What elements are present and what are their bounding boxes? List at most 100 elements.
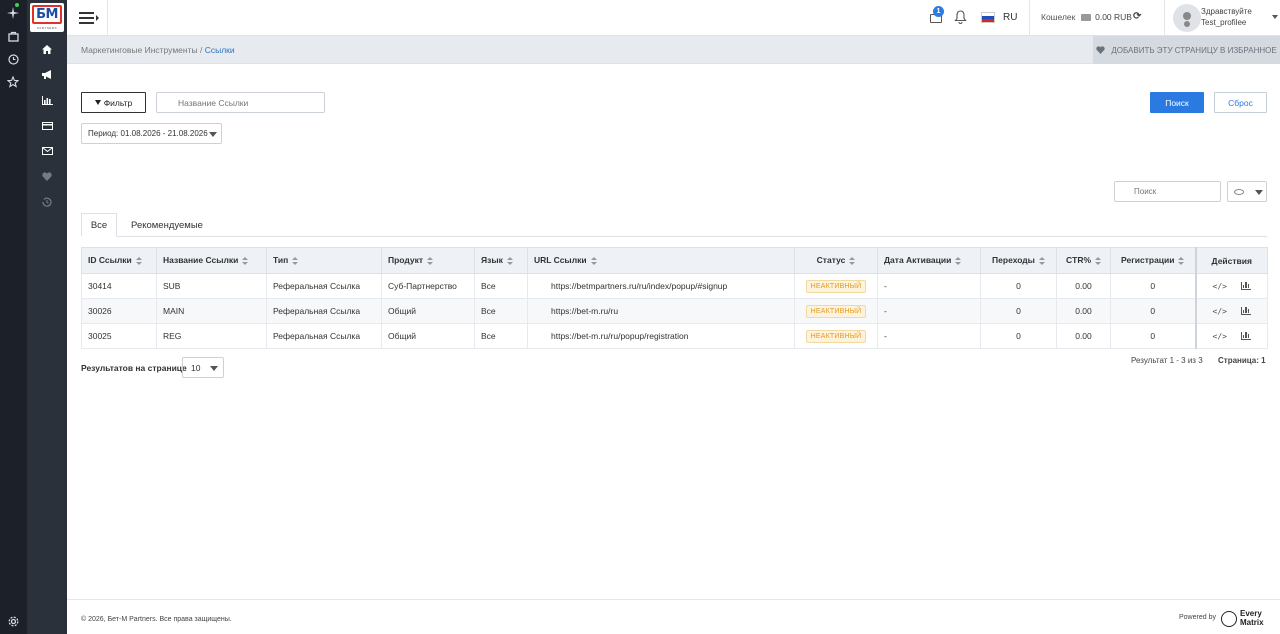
sort-icon[interactable] bbox=[292, 256, 299, 266]
notification-badge: 1 bbox=[933, 6, 944, 17]
history-icon[interactable] bbox=[37, 194, 57, 210]
logo[interactable]: БМ PARTNERS bbox=[30, 3, 64, 32]
col-header-status[interactable]: Статус bbox=[794, 247, 878, 274]
home-icon[interactable] bbox=[37, 41, 57, 57]
col-header-ctr[interactable]: CTR% bbox=[1056, 247, 1111, 274]
chevron-down-icon[interactable] bbox=[1272, 15, 1278, 19]
add-to-favorites-button[interactable]: ДОБАВИТЬ ЭТУ СТРАНИЦУ В ИЗБРАННОЕ bbox=[1093, 36, 1280, 64]
cell-id: 30414 bbox=[81, 273, 157, 299]
sort-icon[interactable] bbox=[1095, 256, 1102, 266]
page-number[interactable]: 1 bbox=[1261, 356, 1265, 365]
sort-icon[interactable] bbox=[1038, 256, 1045, 266]
mail-icon[interactable] bbox=[37, 143, 57, 159]
col-header-type[interactable]: Тип bbox=[266, 247, 382, 274]
heart-icon bbox=[1096, 46, 1105, 54]
col-header-name[interactable]: Название Ссылки bbox=[156, 247, 267, 274]
refresh-icon[interactable]: ⟳ bbox=[1133, 11, 1141, 22]
megaphone-icon[interactable] bbox=[37, 66, 57, 82]
user-menu[interactable]: Здравствуйте Test_profilee bbox=[1164, 0, 1280, 36]
card-icon[interactable] bbox=[37, 118, 57, 134]
cell-name: MAIN bbox=[156, 298, 267, 324]
sort-icon[interactable] bbox=[242, 256, 249, 266]
col-header-clicks[interactable]: Переходы bbox=[980, 247, 1057, 274]
breadcrumb-bar: Маркетинговые Инструменты / Ссылки ДОБАВ… bbox=[67, 36, 1280, 64]
cell-id: 30025 bbox=[81, 323, 157, 349]
table-search-input[interactable] bbox=[1114, 181, 1221, 202]
col-header-id[interactable]: ID Ссылки bbox=[81, 247, 157, 274]
per-page-select[interactable]: 10 bbox=[182, 357, 224, 378]
app-switcher-rail bbox=[0, 0, 27, 634]
everymatrix-wordmark: Every Matrix bbox=[1240, 609, 1264, 627]
col-header-registrations[interactable]: Регистрации bbox=[1110, 247, 1196, 274]
sparkle-icon[interactable] bbox=[4, 4, 22, 22]
stats-icon[interactable] bbox=[1240, 282, 1251, 290]
chevron-down-icon bbox=[1255, 190, 1263, 195]
menu-toggle-icon[interactable] bbox=[79, 9, 105, 27]
status-badge: НЕАКТИВНЫЙ bbox=[805, 329, 867, 343]
sidebar: БМ PARTNERS bbox=[27, 0, 67, 634]
column-visibility-button[interactable] bbox=[1227, 181, 1267, 202]
stats-icon[interactable] bbox=[1240, 332, 1251, 340]
everymatrix-logo[interactable]: Every Matrix bbox=[1221, 609, 1269, 628]
reset-button[interactable]: Сброс bbox=[1214, 92, 1267, 113]
star-icon[interactable] bbox=[4, 73, 22, 91]
cell-url[interactable]: https://betmpartners.ru/ru/index/popup/#… bbox=[527, 273, 795, 299]
breadcrumb-separator: / bbox=[199, 45, 203, 55]
clock-icon[interactable] bbox=[4, 50, 22, 68]
online-dot bbox=[15, 3, 19, 7]
header-divider bbox=[1029, 0, 1030, 36]
favorite-label: ДОБАВИТЬ ЭТУ СТРАНИЦУ В ИЗБРАННОЕ bbox=[1111, 45, 1277, 55]
filter-button[interactable]: Фильтр bbox=[81, 92, 146, 113]
cell-actions: </> bbox=[1194, 323, 1268, 349]
tab-recommended[interactable]: Рекомендуемые bbox=[123, 213, 211, 237]
cell-language: Все bbox=[474, 273, 528, 299]
chevron-down-icon bbox=[209, 132, 217, 137]
bell-icon[interactable] bbox=[954, 10, 968, 24]
stats-icon[interactable] bbox=[1240, 307, 1251, 315]
bag-icon[interactable] bbox=[4, 27, 22, 45]
col-header-url[interactable]: URL Ссылки bbox=[527, 247, 795, 274]
sort-icon[interactable] bbox=[427, 256, 434, 266]
col-header-activation-date[interactable]: Дата Активации bbox=[877, 247, 981, 274]
cell-registrations: 0 bbox=[1110, 273, 1196, 299]
sort-icon[interactable] bbox=[135, 256, 142, 266]
tabs: Все Рекомендуемые bbox=[81, 213, 1267, 237]
tab-all[interactable]: Все bbox=[81, 213, 117, 237]
cell-actions: </> bbox=[1194, 273, 1268, 299]
cell-status: НЕАКТИВНЫЙ bbox=[794, 298, 878, 324]
heart-icon[interactable] bbox=[37, 168, 57, 184]
cell-name: REG bbox=[156, 323, 267, 349]
cell-url[interactable]: https://bet-m.ru/ru/popup/registration bbox=[527, 323, 795, 349]
cell-ctr: 0.00 bbox=[1056, 298, 1111, 324]
sort-icon[interactable] bbox=[849, 256, 856, 266]
sort-icon[interactable] bbox=[1178, 256, 1185, 266]
sort-icon[interactable] bbox=[590, 256, 597, 266]
cell-activation-date: - bbox=[877, 298, 981, 324]
link-name-search-input[interactable] bbox=[156, 92, 325, 113]
search-button[interactable]: Поиск bbox=[1150, 92, 1204, 113]
breadcrumb-parent[interactable]: Маркетинговые Инструменты bbox=[81, 45, 198, 55]
cell-actions: </> bbox=[1194, 298, 1268, 324]
col-header-actions: Действия bbox=[1194, 247, 1268, 274]
cell-product: Общий bbox=[381, 298, 475, 324]
funnel-icon bbox=[94, 100, 101, 105]
col-header-product[interactable]: Продукт bbox=[381, 247, 475, 274]
code-icon[interactable]: </> bbox=[1213, 332, 1227, 341]
cell-url[interactable]: https://bet-m.ru/ru bbox=[527, 298, 795, 324]
language-selector[interactable]: RU bbox=[1003, 12, 1017, 23]
code-icon[interactable]: </> bbox=[1213, 282, 1227, 291]
cell-ctr: 0.00 bbox=[1056, 273, 1111, 299]
avatar[interactable] bbox=[1173, 4, 1201, 32]
bar-chart-icon[interactable] bbox=[37, 92, 57, 108]
sort-icon[interactable] bbox=[506, 256, 513, 266]
cell-language: Все bbox=[474, 323, 528, 349]
cell-type: Реферальная Ссылка bbox=[266, 298, 382, 324]
period-select[interactable]: Период: 01.08.2026 - 21.08.2026 bbox=[81, 123, 222, 144]
powered-by-label: Powered by bbox=[1179, 614, 1216, 621]
sort-icon[interactable] bbox=[955, 256, 962, 266]
user-greeting: Здравствуйте Test_profilee bbox=[1201, 6, 1252, 28]
settings-icon[interactable] bbox=[4, 612, 22, 630]
col-header-language[interactable]: Язык bbox=[474, 247, 528, 274]
russia-flag-icon[interactable] bbox=[981, 12, 995, 23]
code-icon[interactable]: </> bbox=[1213, 307, 1227, 316]
